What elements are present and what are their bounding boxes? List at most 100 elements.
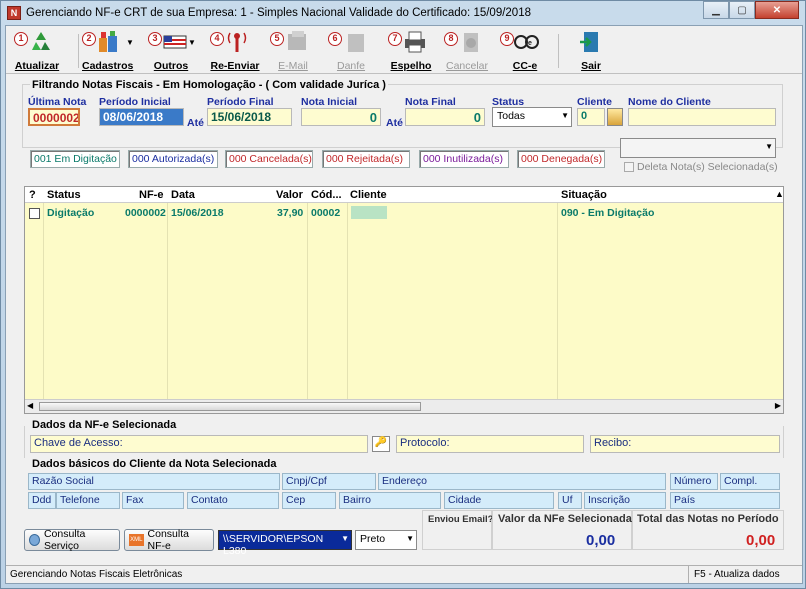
compl-field[interactable]: Compl.	[720, 473, 780, 490]
filter-group-title: Filtrando Notas Fiscais - Em Homologação…	[30, 79, 388, 91]
col-status[interactable]: Status	[47, 189, 81, 201]
search-client-icon[interactable]	[607, 108, 623, 126]
client-area: 1 Atualizar 2 Cadastros ▼ 3 Outros ▼ 4 R…	[5, 25, 803, 584]
bairro-field[interactable]: Bairro	[339, 492, 441, 509]
counter-autorizadas[interactable]: 000 Autorizada(s)	[128, 150, 218, 168]
endereco-field[interactable]: Endereço	[378, 473, 666, 490]
consulta-servico-button[interactable]: Consulta Serviço	[24, 528, 120, 552]
key-icon[interactable]: 🔑	[372, 436, 390, 452]
email-button[interactable]: 5 E-Mail	[270, 28, 316, 72]
minimize-button[interactable]: ▁	[703, 1, 729, 19]
row-situacao: 090 - Em Digitação	[561, 207, 655, 219]
telefone-field[interactable]: Telefone	[56, 492, 120, 509]
cce-label: CC-e	[512, 60, 538, 72]
cadastros-label: Cadastros	[82, 60, 134, 72]
row-cliente-redacted	[351, 206, 387, 219]
grid-line	[557, 203, 558, 399]
col-situacao[interactable]: Situação	[561, 189, 607, 201]
row-data: 15/06/2018	[171, 207, 224, 219]
scroll-thumb[interactable]	[39, 402, 421, 411]
uf-field[interactable]: Uf	[558, 492, 582, 509]
col-more[interactable]: ▲	[775, 189, 784, 199]
sair-button[interactable]: Sair	[568, 28, 614, 72]
notes-grid[interactable]: ? Status NF-e Data Valor Cód... Cliente …	[24, 186, 784, 414]
cidade-field[interactable]: Cidade	[444, 492, 554, 509]
col-valor[interactable]: Valor	[276, 189, 303, 201]
periodo-inicial-label: Período Inicial	[99, 96, 171, 108]
recibo-field[interactable]: Recibo:	[590, 435, 780, 453]
action-select[interactable]: ▼	[620, 138, 776, 158]
chave-acesso-field[interactable]: Chave de Acesso:	[30, 435, 368, 453]
email-label: E-Mail	[278, 60, 308, 72]
maximize-button[interactable]: ▢	[729, 1, 755, 19]
re-enviar-button[interactable]: 4 Re-Enviar	[210, 28, 260, 72]
row-checkbox[interactable]	[29, 208, 40, 219]
counter-denegadas[interactable]: 000 Denegada(s)	[517, 150, 605, 168]
col-cliente[interactable]: Cliente	[350, 189, 387, 201]
app-icon[interactable]: N	[7, 6, 21, 20]
cnpj-cpf-field[interactable]: Cnpj/Cpf	[282, 473, 376, 490]
cce-button[interactable]: 9 e CC-e	[500, 28, 550, 72]
numero-field[interactable]: Número	[670, 473, 718, 490]
enviou-email-label: Enviou Email?	[428, 514, 494, 525]
cancelar-button[interactable]: 8 Cancelar	[444, 28, 490, 72]
nome-cliente-label: Nome do Cliente	[628, 96, 711, 108]
horizontal-scrollbar[interactable]: ◀ ▶	[25, 399, 783, 413]
delete-checkbox[interactable]	[624, 162, 634, 172]
nota-final-field[interactable]: 0	[405, 108, 485, 126]
chevron-down-icon[interactable]: ▼	[188, 38, 196, 47]
badge-9: 9	[500, 32, 514, 46]
window-title: Gerenciando NF-e CRT de sua Empresa: 1 -…	[26, 7, 531, 19]
recycle-icon	[32, 32, 50, 50]
col-select[interactable]: ?	[29, 189, 36, 201]
color-select[interactable]: Preto ▼	[355, 530, 417, 550]
badge-7: 7	[388, 32, 402, 46]
counter-canceladas[interactable]: 000 Cancelada(s)	[225, 150, 313, 168]
cadastros-button[interactable]: 2 Cadastros	[82, 28, 134, 72]
status-select-value: Todas	[497, 110, 526, 122]
nome-cliente-field[interactable]	[628, 108, 776, 126]
atualizar-button[interactable]: 1 Atualizar	[14, 28, 60, 72]
counter-rejeitadas[interactable]: 000 Rejeitada(s)	[322, 150, 410, 168]
pais-field[interactable]: País	[670, 492, 780, 509]
fax-field[interactable]: Fax	[122, 492, 184, 509]
razao-social-field[interactable]: Razão Social	[28, 473, 280, 490]
consulta-nfe-button[interactable]: XML Consulta NF-e	[124, 528, 214, 552]
consulta-nfe-label: Consulta NF-e	[147, 528, 189, 552]
contato-field[interactable]: Contato	[187, 492, 279, 509]
nota-inicial-field[interactable]: 0	[301, 108, 381, 126]
badge-1: 1	[14, 32, 28, 46]
cliente-field[interactable]: 0	[577, 108, 605, 126]
counter-inutilizadas[interactable]: 000 Inutilizada(s)	[419, 150, 509, 168]
col-data[interactable]: Data	[171, 189, 195, 201]
xml-icon: XML	[129, 534, 144, 546]
inscricao-field[interactable]: Inscrição	[584, 492, 666, 509]
scroll-right-icon[interactable]: ▶	[775, 401, 781, 410]
ddd-field[interactable]: Ddd	[28, 492, 56, 509]
chevron-down-icon: ▼	[765, 142, 773, 151]
periodo-inicial-field[interactable]: 08/06/2018	[99, 108, 184, 126]
col-nfe[interactable]: NF-e	[139, 189, 163, 201]
status-select[interactable]: Todas ▼	[492, 107, 572, 127]
protocolo-field[interactable]: Protocolo:	[396, 435, 584, 453]
consulta-servico-label: Consulta Serviço	[43, 528, 86, 552]
chevron-down-icon[interactable]: ▼	[126, 38, 134, 47]
title-bar: N Gerenciando NF-e CRT de sua Empresa: 1…	[1, 1, 805, 25]
periodo-final-field[interactable]: 15/06/2018	[207, 108, 292, 126]
close-button[interactable]: ✕	[755, 1, 799, 19]
counter-em-digitacao[interactable]: 001 Em Digitação	[30, 150, 120, 168]
scroll-left-icon[interactable]: ◀	[27, 401, 33, 410]
dados-cliente-title: Dados básicos do Cliente da Nota Selecio…	[30, 458, 279, 470]
table-row[interactable]: Digitação 0000002 15/06/2018 37,90 00002…	[25, 205, 783, 220]
flag-icon	[163, 35, 187, 49]
espelho-button[interactable]: 7 Espelho	[388, 28, 434, 72]
status-right: F5 - Atualiza dados	[694, 569, 780, 580]
outros-button[interactable]: 3 Outros	[148, 28, 194, 72]
danfe-button[interactable]: 6 Danfe	[328, 28, 374, 72]
col-cod[interactable]: Cód...	[311, 189, 342, 201]
cep-field[interactable]: Cep	[282, 492, 336, 509]
printer-select[interactable]: \\SERVIDOR\EPSON L380 ▼	[218, 530, 352, 557]
ultima-nota-field[interactable]: 0000002	[28, 108, 80, 126]
ate-label-2: Até	[386, 117, 403, 129]
toolbar-separator	[78, 34, 79, 68]
